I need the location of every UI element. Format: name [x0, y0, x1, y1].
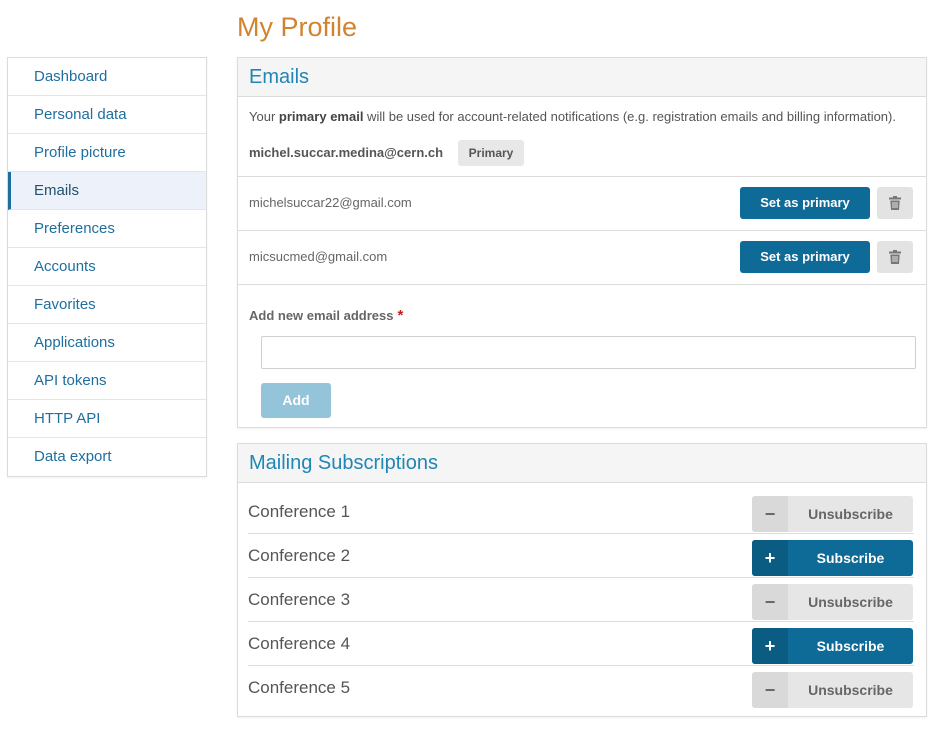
intro-text-bold: primary email [278, 109, 364, 124]
subscription-row: Conference 5 − Unsubscribe [248, 666, 914, 710]
add-email-label-text: Add new email address [249, 308, 394, 323]
unsubscribe-label: Unsubscribe [808, 506, 893, 522]
sidebar-item-api-tokens[interactable]: API tokens [8, 362, 206, 400]
primary-badge: Primary [458, 140, 524, 166]
delete-email-button[interactable] [877, 187, 913, 219]
subscription-name: Conference 4 [248, 634, 351, 653]
subscription-row: Conference 2 + Subscribe [248, 534, 914, 578]
subscription-name: Conference 3 [248, 590, 351, 609]
sidebar-item-applications[interactable]: Applications [8, 324, 206, 362]
add-email-form: Add new email address * Add [238, 284, 926, 424]
emails-intro-text: Your primary email will be used for acco… [249, 109, 896, 124]
sidebar-item-profile-picture[interactable]: Profile picture [8, 134, 206, 172]
unsubscribe-button[interactable]: − Unsubscribe [752, 496, 913, 532]
delete-email-button[interactable] [877, 241, 913, 273]
primary-email-row: michel.succar.medina@cern.ch Primary [249, 140, 919, 166]
intro-text-start: Your [249, 109, 279, 124]
secondary-email-address: michelsuccar22@gmail.com [249, 195, 412, 210]
unsubscribe-button[interactable]: − Unsubscribe [752, 584, 913, 620]
subscription-row: Conference 1 − Unsubscribe [248, 490, 914, 534]
subscription-row: Conference 3 − Unsubscribe [248, 578, 914, 622]
subscribe-button[interactable]: + Subscribe [752, 628, 913, 664]
minus-icon: − [752, 496, 788, 532]
set-as-primary-button[interactable]: Set as primary [740, 187, 870, 219]
emails-panel: Emails Your primary email will be used f… [237, 57, 927, 428]
unsubscribe-label: Unsubscribe [808, 682, 893, 698]
sidebar-item-data-export[interactable]: Data export [8, 438, 206, 476]
subscription-name: Conference 1 [248, 502, 351, 521]
secondary-email-row: micsucmed@gmail.com Set as primary [238, 230, 926, 285]
unsubscribe-button[interactable]: − Unsubscribe [752, 672, 913, 708]
mailing-subscriptions-heading: Mailing Subscriptions [238, 444, 926, 483]
trash-icon [889, 250, 901, 264]
sidebar-item-http-api[interactable]: HTTP API [8, 400, 206, 438]
set-as-primary-button[interactable]: Set as primary [740, 241, 870, 273]
profile-sidebar: Dashboard Personal data Profile picture … [7, 57, 207, 477]
mailing-subscriptions-panel: Mailing Subscriptions Conference 1 − Uns… [237, 443, 927, 717]
plus-icon: + [752, 540, 788, 576]
emails-heading: Emails [238, 58, 926, 97]
add-email-label: Add new email address * [249, 307, 403, 324]
page-title: My Profile [237, 12, 358, 42]
secondary-email-row: michelsuccar22@gmail.com Set as primary [238, 176, 926, 231]
minus-icon: − [752, 584, 788, 620]
subscribe-label: Subscribe [816, 638, 885, 654]
unsubscribe-label: Unsubscribe [808, 594, 893, 610]
subscribe-button[interactable]: + Subscribe [752, 540, 913, 576]
add-email-button[interactable]: Add [261, 383, 331, 418]
new-email-input[interactable] [261, 336, 916, 369]
sidebar-item-dashboard[interactable]: Dashboard [8, 58, 206, 96]
sidebar-item-preferences[interactable]: Preferences [8, 210, 206, 248]
sidebar-item-personal-data[interactable]: Personal data [8, 96, 206, 134]
primary-email-address: michel.succar.medina@cern.ch [249, 145, 444, 160]
sidebar-item-emails[interactable]: Emails [8, 172, 206, 210]
subscribe-label: Subscribe [816, 550, 885, 566]
subscription-name: Conference 5 [248, 678, 351, 697]
trash-icon [889, 196, 901, 210]
required-mark: * [397, 307, 404, 324]
subscription-row: Conference 4 + Subscribe [248, 622, 914, 666]
sidebar-item-favorites[interactable]: Favorites [8, 286, 206, 324]
plus-icon: + [752, 628, 788, 664]
intro-text-end: will be used for account-related notific… [363, 109, 896, 124]
secondary-email-address: micsucmed@gmail.com [249, 249, 388, 264]
sidebar-item-accounts[interactable]: Accounts [8, 248, 206, 286]
minus-icon: − [752, 672, 788, 708]
subscription-name: Conference 2 [248, 546, 351, 565]
